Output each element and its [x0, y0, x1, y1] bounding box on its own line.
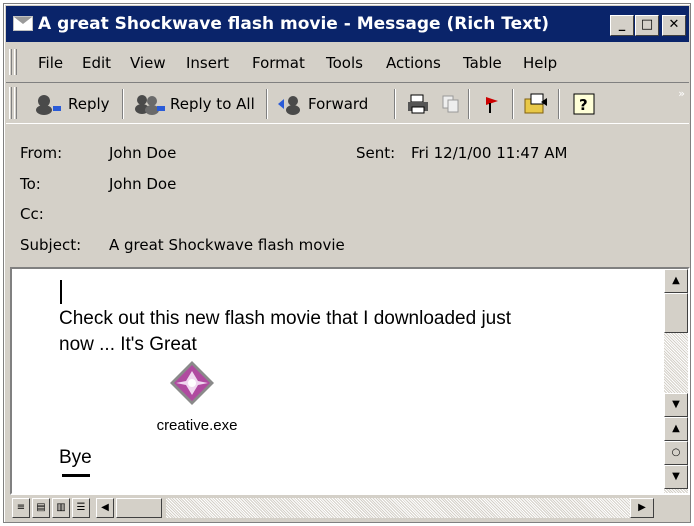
- toolbar-separator: [468, 89, 470, 119]
- menu-insert[interactable]: Insert: [186, 54, 229, 72]
- reply-all-icon: [135, 95, 165, 115]
- maximize-button[interactable]: □: [635, 15, 659, 36]
- forward-icon: [278, 96, 300, 115]
- move-to-folder-icon: [524, 93, 547, 114]
- previous-item-button[interactable]: ▲: [664, 417, 688, 441]
- copy-icon: [442, 95, 459, 113]
- toolbar-overflow[interactable]: »: [678, 87, 685, 100]
- scroll-left-button[interactable]: ◀: [96, 498, 114, 518]
- next-item-button[interactable]: ▼: [664, 465, 688, 489]
- outline-view-button[interactable]: ☰: [72, 498, 90, 518]
- sent-value: Fri 12/1/00 11:47 AM: [411, 144, 568, 162]
- vertical-scrollbar[interactable]: ▲ ▼ ▲ ○ ▼: [664, 269, 688, 493]
- toolbar-separator: [266, 89, 268, 119]
- from-value: John Doe: [109, 144, 177, 162]
- body-line-1: Check out this new flash movie that I do…: [59, 308, 512, 329]
- copy-button[interactable]: [440, 89, 466, 119]
- closing-underline: [62, 474, 90, 477]
- title-bar[interactable]: A great Shockwave flash movie - Message …: [6, 6, 689, 42]
- toolbar-separator: [122, 89, 124, 119]
- web-layout-view-button[interactable]: ▤: [32, 498, 50, 518]
- normal-view-button[interactable]: ≡: [12, 498, 30, 518]
- menu-format[interactable]: Format: [252, 54, 305, 72]
- subject-label: Subject:: [20, 236, 82, 254]
- menu-grip-2: [14, 49, 17, 75]
- print-icon: [408, 94, 428, 114]
- body-line-2: now ... It's Great: [59, 334, 197, 355]
- menu-edit[interactable]: Edit: [82, 54, 111, 72]
- reply-label: Reply: [68, 95, 110, 113]
- flag-icon: [486, 97, 498, 113]
- menu-grip[interactable]: [9, 49, 12, 75]
- horizontal-scrollbar[interactable]: [166, 498, 630, 518]
- body-closing: Bye: [59, 447, 92, 468]
- reply-button[interactable]: Reply: [34, 89, 110, 119]
- horizontal-scroll-thumb[interactable]: [116, 498, 162, 518]
- help-icon: ?: [573, 93, 595, 115]
- menu-bar: File Edit View Insert Format Tools Actio…: [6, 46, 689, 78]
- print-button[interactable]: [406, 89, 434, 119]
- reply-all-label: Reply to All: [170, 95, 255, 113]
- menu-actions[interactable]: Actions: [386, 54, 441, 72]
- help-button[interactable]: ?: [572, 89, 600, 119]
- close-button[interactable]: ✕: [662, 15, 686, 36]
- menu-file[interactable]: File: [38, 54, 63, 72]
- standard-toolbar: Reply Reply to All Forward ? »: [6, 82, 689, 124]
- reply-all-button[interactable]: Reply to All: [134, 89, 255, 119]
- menu-tools[interactable]: Tools: [326, 54, 363, 72]
- window-title: A great Shockwave flash movie - Message …: [38, 14, 550, 34]
- toolbar-grip[interactable]: [9, 87, 12, 119]
- toolbar-grip-2: [14, 87, 17, 119]
- scroll-right-button[interactable]: ▶: [630, 498, 654, 518]
- menu-view[interactable]: View: [130, 54, 166, 72]
- text-caret: [60, 280, 62, 304]
- toolbar-separator: [558, 89, 560, 119]
- svg-text:?: ?: [579, 96, 588, 114]
- message-window: A great Shockwave flash movie - Message …: [3, 3, 691, 523]
- view-bar: ≡ ▤ ▥ ☰ ◀ ▶: [10, 495, 690, 521]
- forward-label: Forward: [308, 95, 369, 113]
- move-to-folder-button[interactable]: [522, 89, 554, 119]
- toolbar-separator: [394, 89, 396, 119]
- print-layout-view-button[interactable]: ▥: [52, 498, 70, 518]
- to-value: John Doe: [109, 175, 177, 193]
- minimize-button[interactable]: _: [610, 15, 634, 36]
- attachment[interactable]: creative.exe: [142, 359, 252, 443]
- scroll-thumb[interactable]: [664, 293, 688, 333]
- executable-file-icon: [170, 361, 214, 405]
- sent-label: Sent:: [356, 144, 396, 162]
- menu-help[interactable]: Help: [523, 54, 557, 72]
- scroll-up-button[interactable]: ▲: [664, 269, 688, 293]
- envelope-icon: [13, 16, 33, 31]
- from-label: From:: [20, 144, 63, 162]
- flag-button[interactable]: [480, 89, 506, 119]
- subject-value: A great Shockwave flash movie: [109, 236, 345, 254]
- attachment-name: creative.exe: [156, 417, 238, 434]
- toolbar-separator: [512, 89, 514, 119]
- message-body[interactable]: Check out this new flash movie that I do…: [10, 267, 690, 495]
- menu-table[interactable]: Table: [463, 54, 502, 72]
- scroll-down-button[interactable]: ▼: [664, 393, 688, 417]
- reply-icon: [36, 95, 61, 115]
- cc-label: Cc:: [20, 205, 44, 223]
- select-browse-object-button[interactable]: ○: [664, 441, 688, 465]
- to-label: To:: [20, 175, 41, 193]
- forward-button[interactable]: Forward: [276, 89, 368, 119]
